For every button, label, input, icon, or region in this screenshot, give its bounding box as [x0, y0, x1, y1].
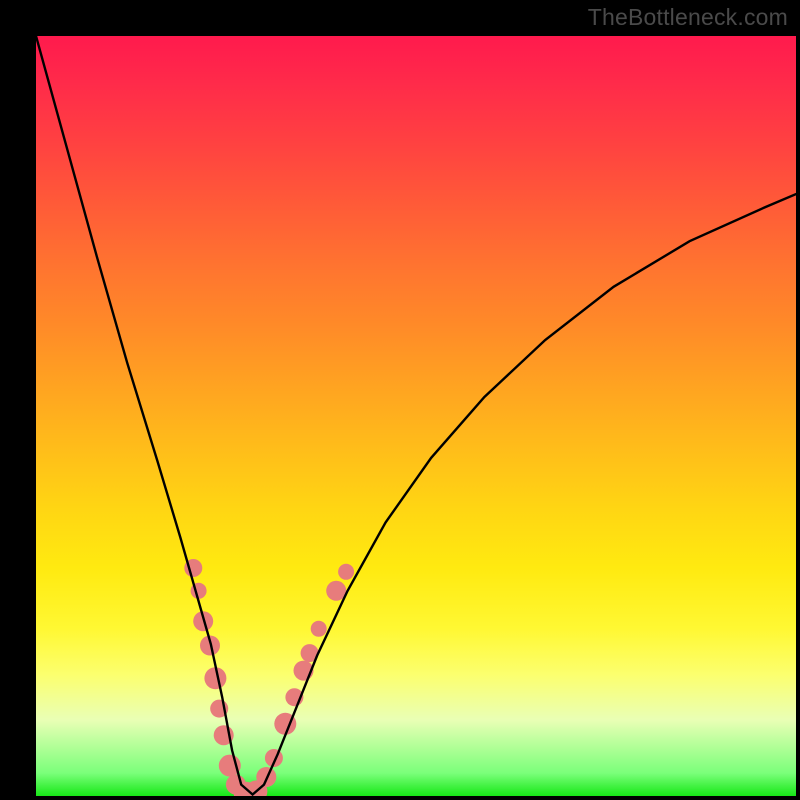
bottleneck-curve: [36, 36, 796, 795]
watermark-text: TheBottleneck.com: [588, 4, 788, 31]
plot-area: [36, 36, 796, 796]
marker-dot: [311, 621, 327, 637]
chart-frame: TheBottleneck.com: [0, 0, 800, 800]
markers-group: [184, 559, 354, 796]
marker-dot: [338, 564, 354, 580]
chart-svg: [36, 36, 796, 796]
